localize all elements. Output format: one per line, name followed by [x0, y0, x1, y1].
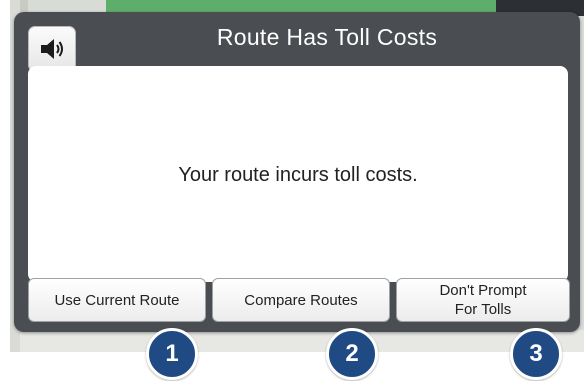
use-current-route-button[interactable]: Use Current Route	[28, 278, 206, 322]
map-green-area	[106, 0, 506, 12]
dialog-message: Your route incurs toll costs.	[178, 164, 418, 186]
compare-routes-button[interactable]: Compare Routes	[212, 278, 390, 322]
dont-prompt-label-line1: Don't Prompt	[439, 282, 527, 299]
dont-prompt-for-tolls-button[interactable]: Don't Prompt For Tolls	[396, 278, 570, 322]
speaker-volume-icon	[41, 39, 63, 59]
dont-prompt-label-line2: For Tolls	[454, 301, 512, 318]
dialog-title: Route Has Toll Costs	[216, 24, 438, 50]
callout-badge-3: 3	[510, 328, 562, 380]
map-bottom-strip	[20, 330, 584, 352]
compare-routes-label: Compare Routes	[244, 291, 358, 309]
message-panel: Your route incurs toll costs.	[28, 66, 568, 282]
dialog-title-bar: Route Has Toll Costs	[14, 12, 580, 64]
use-current-route-label: Use Current Route	[54, 291, 180, 309]
callout-badge-1: 1	[146, 328, 198, 380]
callout-badge-2: 2	[326, 328, 378, 380]
